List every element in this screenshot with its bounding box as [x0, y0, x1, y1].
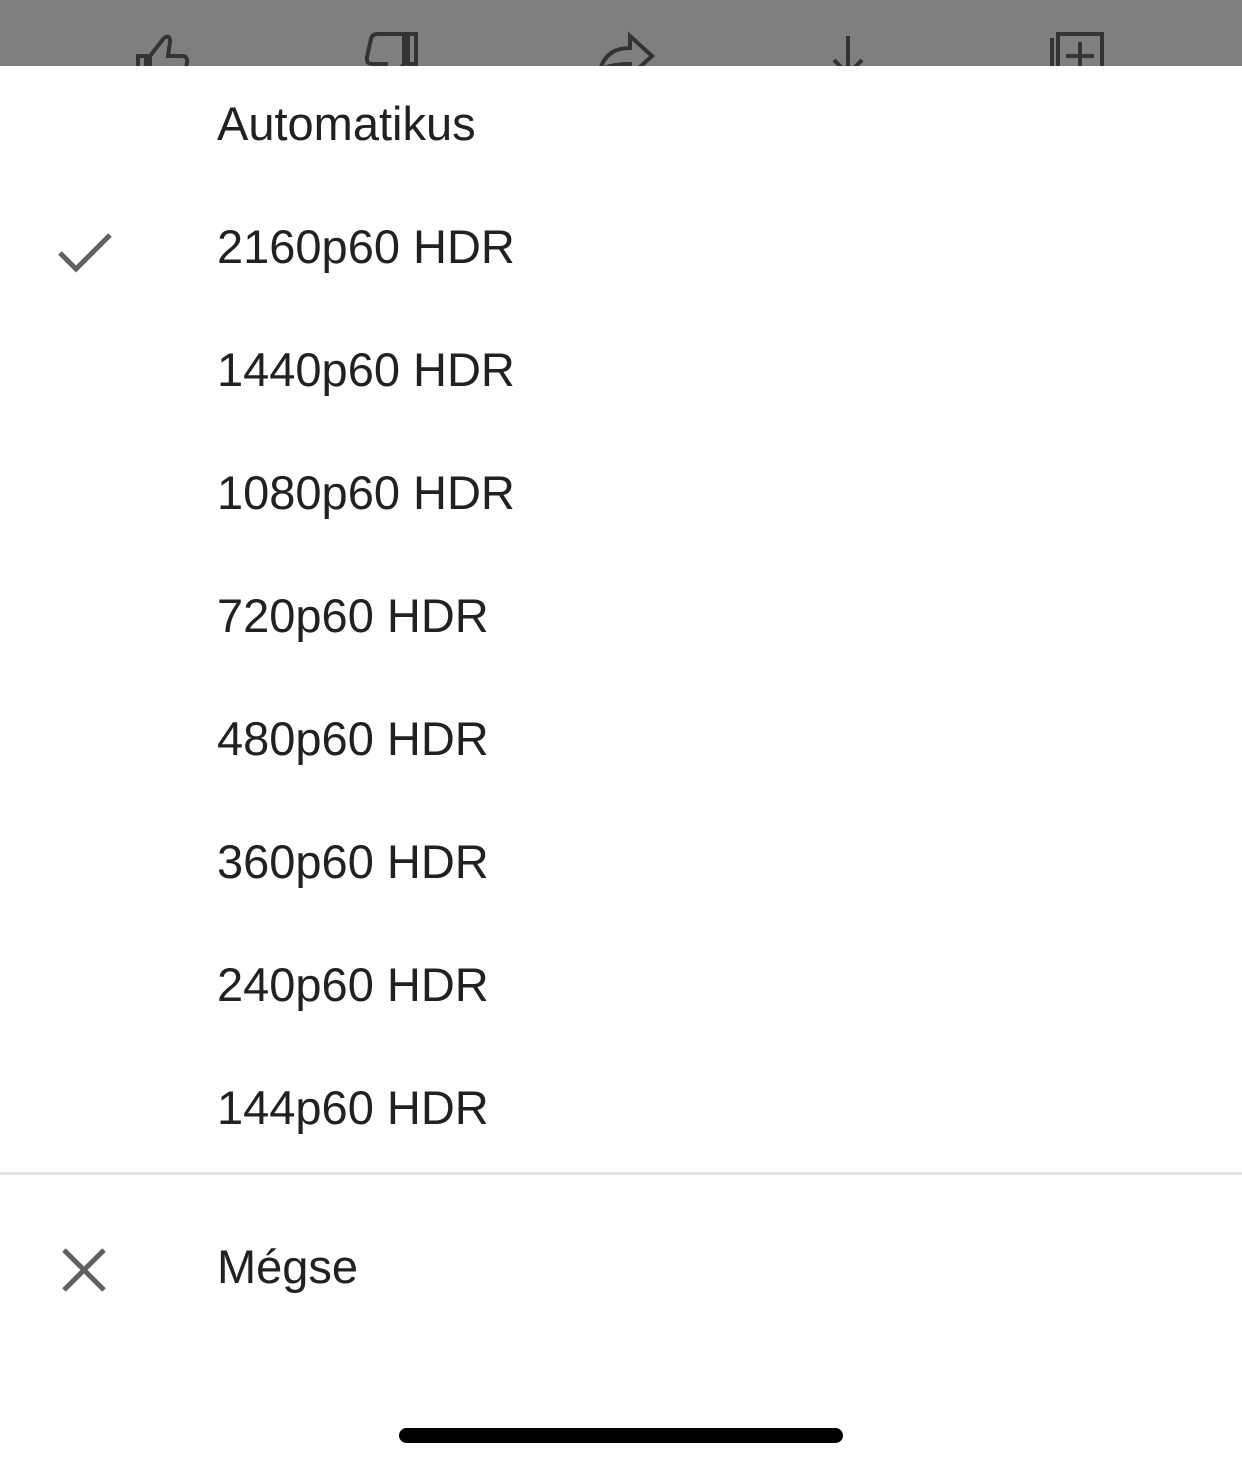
quality-option-label: 240p60 HDR [217, 958, 489, 1011]
quality-option-label: 1440p60 HDR [217, 343, 515, 396]
quality-option-1080p60-hdr[interactable]: 1080p60 HDR [0, 435, 1242, 558]
background-action-bar [0, 0, 1242, 66]
share-icon [599, 31, 655, 66]
quality-option-auto[interactable]: Automatikus [0, 66, 1242, 189]
checkmark-icon [58, 233, 112, 273]
quality-option-label: 144p60 HDR [217, 1081, 489, 1134]
quality-option-label: 2160p60 HDR [217, 220, 515, 273]
quality-option-label: 480p60 HDR [217, 712, 489, 765]
quality-option-360p60-hdr[interactable]: 360p60 HDR [0, 804, 1242, 927]
quality-option-label: Automatikus [217, 97, 476, 150]
dislike-icon [364, 32, 418, 66]
divider [0, 1172, 1242, 1175]
quality-option-144p60-hdr[interactable]: 144p60 HDR [0, 1050, 1242, 1173]
close-icon [62, 1248, 106, 1292]
quality-option-480p60-hdr[interactable]: 480p60 HDR [0, 681, 1242, 804]
quality-option-2160p60-hdr[interactable]: 2160p60 HDR [0, 189, 1242, 312]
download-icon [832, 36, 864, 66]
cancel-button[interactable]: Mégse [0, 1206, 1242, 1331]
quality-option-label: 720p60 HDR [217, 589, 489, 642]
quality-option-label: 360p60 HDR [217, 835, 489, 888]
quality-bottom-sheet: Automatikus 2160p60 HDR 1440p60 HDR 1080… [0, 66, 1242, 1467]
cancel-label: Mégse [217, 1240, 359, 1293]
quality-option-1440p60-hdr[interactable]: 1440p60 HDR [0, 312, 1242, 435]
quality-option-720p60-hdr[interactable]: 720p60 HDR [0, 558, 1242, 681]
quality-option-240p60-hdr[interactable]: 240p60 HDR [0, 927, 1242, 1050]
home-indicator[interactable] [399, 1428, 843, 1443]
like-icon [136, 34, 190, 66]
quality-option-label: 1080p60 HDR [217, 466, 515, 519]
save-to-playlist-icon [1050, 32, 1104, 66]
screen: Automatikus 2160p60 HDR 1440p60 HDR 1080… [0, 0, 1242, 1467]
